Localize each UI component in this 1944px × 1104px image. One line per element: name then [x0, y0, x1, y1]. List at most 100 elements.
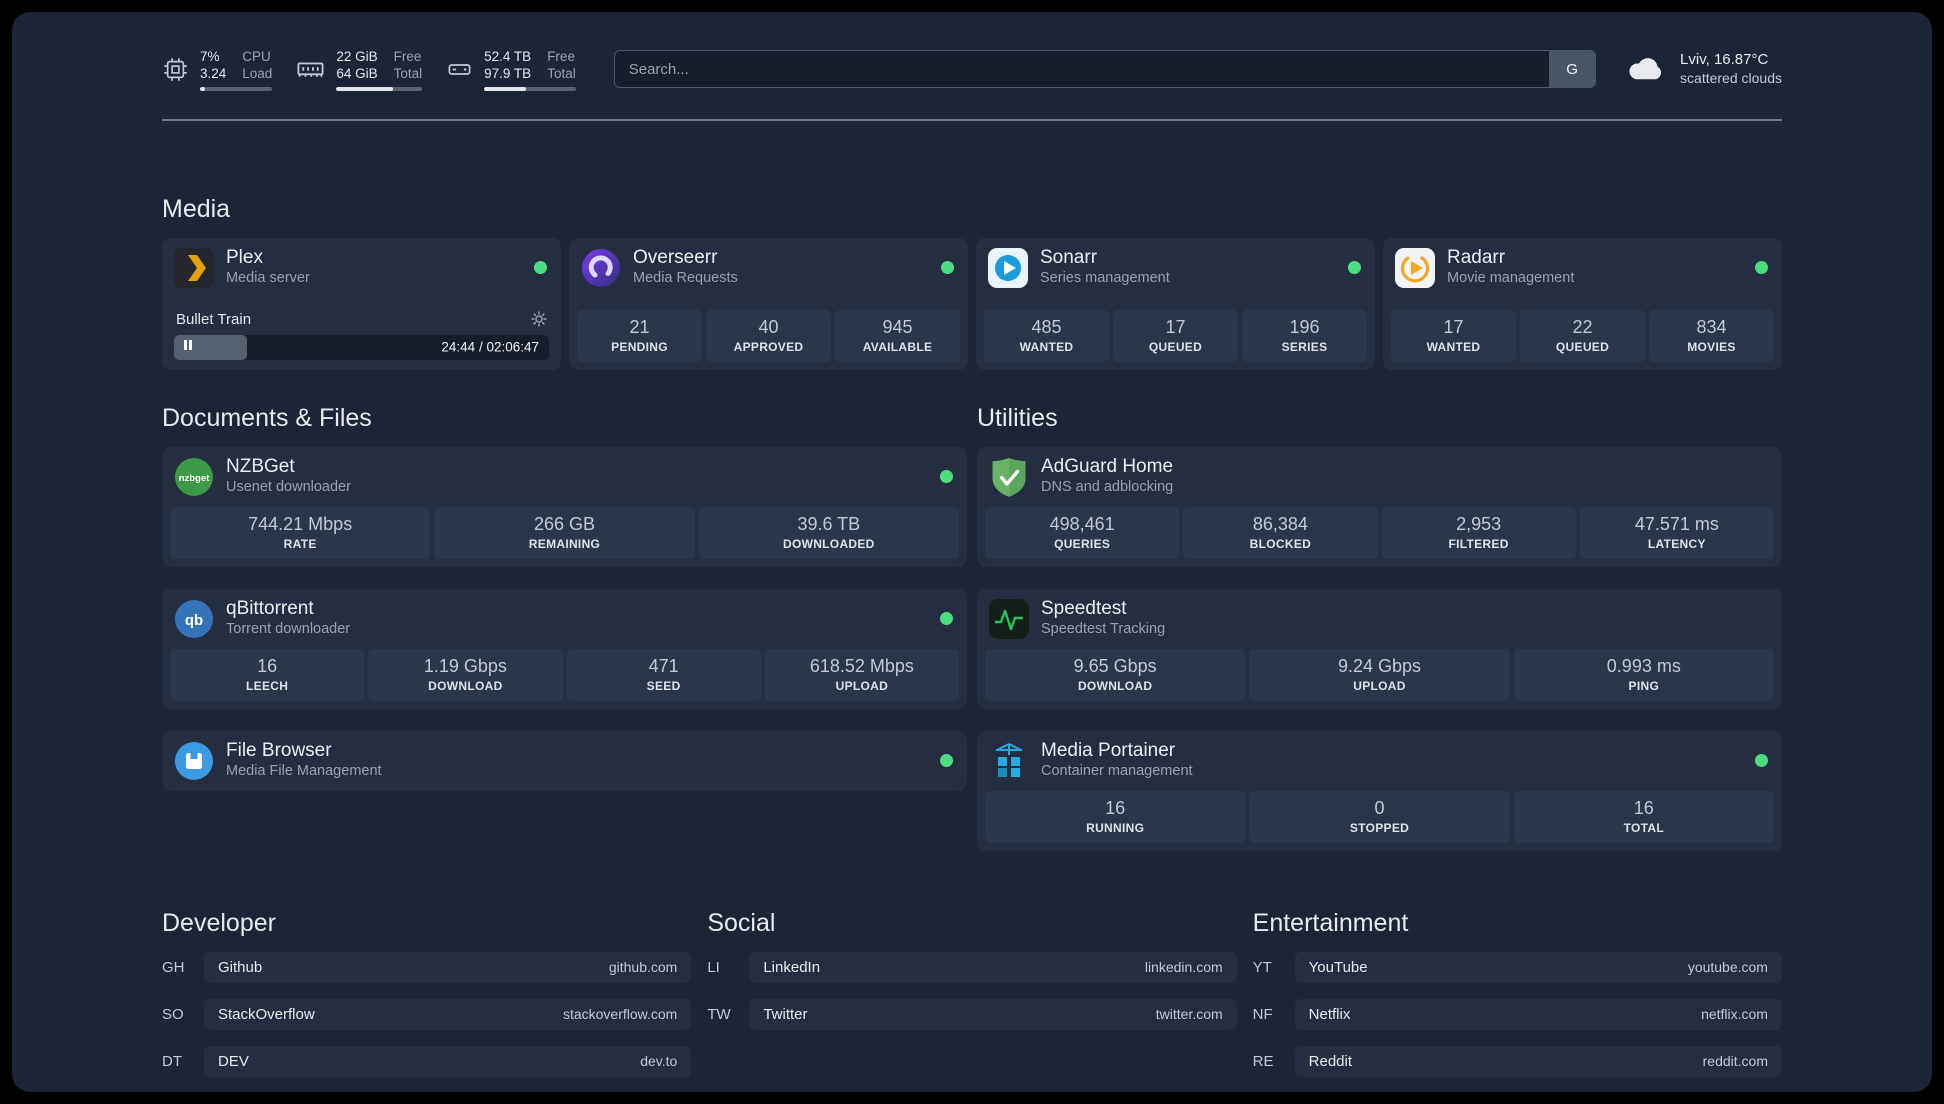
status-dot	[1755, 754, 1768, 767]
service-card-plex[interactable]: Plex Media server Bullet Train 24:44 / 0…	[162, 237, 561, 370]
stat-wanted: 17 WANTED	[1391, 309, 1516, 362]
bookmark-dev[interactable]: DT DEV dev.to	[162, 1045, 692, 1077]
section-title-entertainment: Entertainment	[1252, 908, 1409, 937]
search-bar: G	[613, 50, 1597, 89]
stat-wanted: 485 WANTED	[984, 309, 1109, 362]
stat-download: 1.19 Gbps DOWNLOAD	[368, 648, 563, 701]
bookmark-domain: github.com	[608, 959, 678, 975]
disk-free-value: 52.4 TB	[484, 49, 532, 64]
service-card-overseerr[interactable]: Overseerr Media Requests 21 PENDING 40 A…	[569, 237, 968, 370]
weather-condition: scattered clouds	[1680, 70, 1782, 87]
stat-upload: 618.52 Mbps UPLOAD	[764, 648, 959, 701]
status-dot	[1348, 261, 1361, 274]
memory-free-label: Free	[393, 49, 422, 64]
bookmark-netflix[interactable]: NF Netflix netflix.com	[1252, 998, 1782, 1030]
bookmark-stackoverflow[interactable]: SO StackOverflow stackoverflow.com	[162, 998, 692, 1030]
plex-now-playing-widget: Bullet Train 24:44 / 02:06:47	[170, 311, 553, 362]
overseerr-icon	[581, 248, 621, 288]
stat-series: 196 SERIES	[1242, 309, 1367, 362]
search-input[interactable]	[614, 51, 1550, 88]
service-card-sonarr[interactable]: Sonarr Series management 485 WANTED 17 Q…	[976, 237, 1375, 370]
service-description: Torrent downloader	[226, 620, 351, 637]
service-name: AdGuard Home	[1041, 455, 1174, 477]
stat-queued: 22 QUEUED	[1520, 309, 1645, 362]
bookmark-domain: stackoverflow.com	[562, 1006, 678, 1022]
disk-total-label: Total	[547, 66, 576, 81]
bookmark-name: Twitter	[763, 1005, 808, 1023]
bookmark-youtube[interactable]: YT YouTube youtube.com	[1252, 951, 1782, 983]
disk-total-value: 97.9 TB	[484, 66, 532, 81]
service-description: Media File Management	[226, 762, 382, 779]
gear-icon[interactable]	[531, 311, 547, 327]
bookmark-reddit[interactable]: RE Reddit reddit.com	[1253, 1045, 1782, 1077]
memory-widget: 22 GiB 64 GiB Free Total	[296, 48, 423, 91]
qbittorrent-icon: qb	[174, 599, 214, 639]
service-card-portainer[interactable]: Media Portainer Container management 16 …	[977, 730, 1782, 851]
nzbget-icon: nzbget	[174, 457, 214, 497]
service-card-filebrowser[interactable]: File Browser Media File Management	[162, 730, 967, 791]
bookmark-group-entertainment: Entertainment YT YouTube youtube.com NF …	[1253, 909, 1782, 1077]
svg-text:qb: qb	[185, 612, 203, 629]
stat-movies: 834 MOVIES	[1649, 309, 1774, 362]
stat-remaining: 266 GB REMAINING	[434, 506, 695, 559]
service-name: Media Portainer	[1041, 739, 1176, 761]
bookmark-linkedin[interactable]: LI LinkedIn linkedin.com	[707, 951, 1237, 983]
bookmark-domain: netflix.com	[1701, 1006, 1768, 1022]
service-description: Movie management	[1447, 269, 1575, 286]
status-dot	[940, 754, 953, 767]
stat-latency: 47.571 ms LATENCY	[1579, 506, 1774, 559]
disk-icon	[446, 56, 473, 83]
radarr-icon	[1395, 247, 1435, 288]
stat-leech: 16 LEECH	[170, 648, 365, 701]
status-dot	[1755, 261, 1768, 274]
stat-downloaded: 39.6 TB DOWNLOADED	[698, 506, 959, 559]
cpu-load-value: 3.24	[200, 66, 227, 81]
service-description: Usenet downloader	[226, 478, 351, 495]
cpu-usage-label: CPU	[242, 49, 271, 64]
speedtest-icon	[989, 598, 1029, 639]
stat-seed: 471 SEED	[566, 648, 761, 701]
pause-icon[interactable]	[183, 338, 193, 356]
memory-icon	[296, 55, 325, 84]
service-name: File Browser	[226, 739, 332, 761]
stat-upload: 9.24 Gbps UPLOAD	[1249, 648, 1510, 701]
weather-location: Lviv, 16.87°C	[1680, 51, 1769, 69]
service-card-nzbget[interactable]: nzbget NZBGet Usenet downloader 744.21 M…	[162, 446, 967, 567]
section-title-utilities: Utilities	[977, 403, 1058, 432]
memory-progress-bar	[336, 87, 423, 91]
service-description: Container management	[1041, 762, 1193, 779]
stat-running: 16 RUNNING	[985, 790, 1246, 843]
section-title-media: Media	[162, 194, 231, 223]
memory-free-value: 22 GiB	[336, 49, 378, 64]
service-name: qBittorrent	[226, 597, 314, 619]
bookmark-name: LinkedIn	[763, 958, 821, 976]
section-documents: Documents & Files nzbget NZBGet Usenet d	[162, 404, 967, 851]
bookmark-twitter[interactable]: TW Twitter twitter.com	[707, 998, 1237, 1030]
status-dot	[940, 470, 953, 483]
stat-ping: 0.993 ms PING	[1513, 648, 1774, 701]
stat-rate: 744.21 Mbps RATE	[170, 506, 431, 559]
stat-stopped: 0 STOPPED	[1249, 790, 1510, 843]
service-card-adguard[interactable]: AdGuard Home DNS and adblocking 498,461 …	[977, 446, 1782, 567]
bookmark-name: Reddit	[1308, 1052, 1353, 1070]
bookmark-abbr: YT	[1252, 958, 1272, 976]
bookmark-abbr: NF	[1252, 1005, 1273, 1023]
bookmark-github[interactable]: GH Github github.com	[162, 951, 692, 983]
service-description: Media Requests	[633, 269, 738, 286]
bookmark-name: StackOverflow	[218, 1005, 315, 1023]
service-card-qbittorrent[interactable]: qb qBittorrent Torrent downloader 16 LEE…	[162, 588, 967, 709]
section-title-documents: Documents & Files	[162, 403, 372, 432]
plex-icon	[174, 247, 214, 288]
weather-widget: Lviv, 16.87°C scattered clouds	[1626, 50, 1782, 88]
stat-filtered: 2,953 FILTERED	[1381, 506, 1576, 559]
service-name: Sonarr	[1040, 246, 1098, 268]
bookmark-domain: linkedin.com	[1144, 959, 1223, 975]
service-card-speedtest[interactable]: Speedtest Speedtest Tracking 9.65 Gbps D…	[977, 588, 1782, 709]
stat-pending: 21 PENDING	[577, 309, 702, 362]
topbar-divider	[162, 118, 1782, 121]
section-media: Media Plex Media server Bullet Train 24:…	[162, 195, 1782, 370]
adguard-icon	[989, 457, 1029, 497]
bookmark-abbr: DT	[162, 1052, 182, 1070]
service-card-radarr[interactable]: Radarr Movie management 17 WANTED 22 QUE…	[1383, 237, 1782, 370]
search-engine-button[interactable]: G	[1549, 51, 1596, 88]
